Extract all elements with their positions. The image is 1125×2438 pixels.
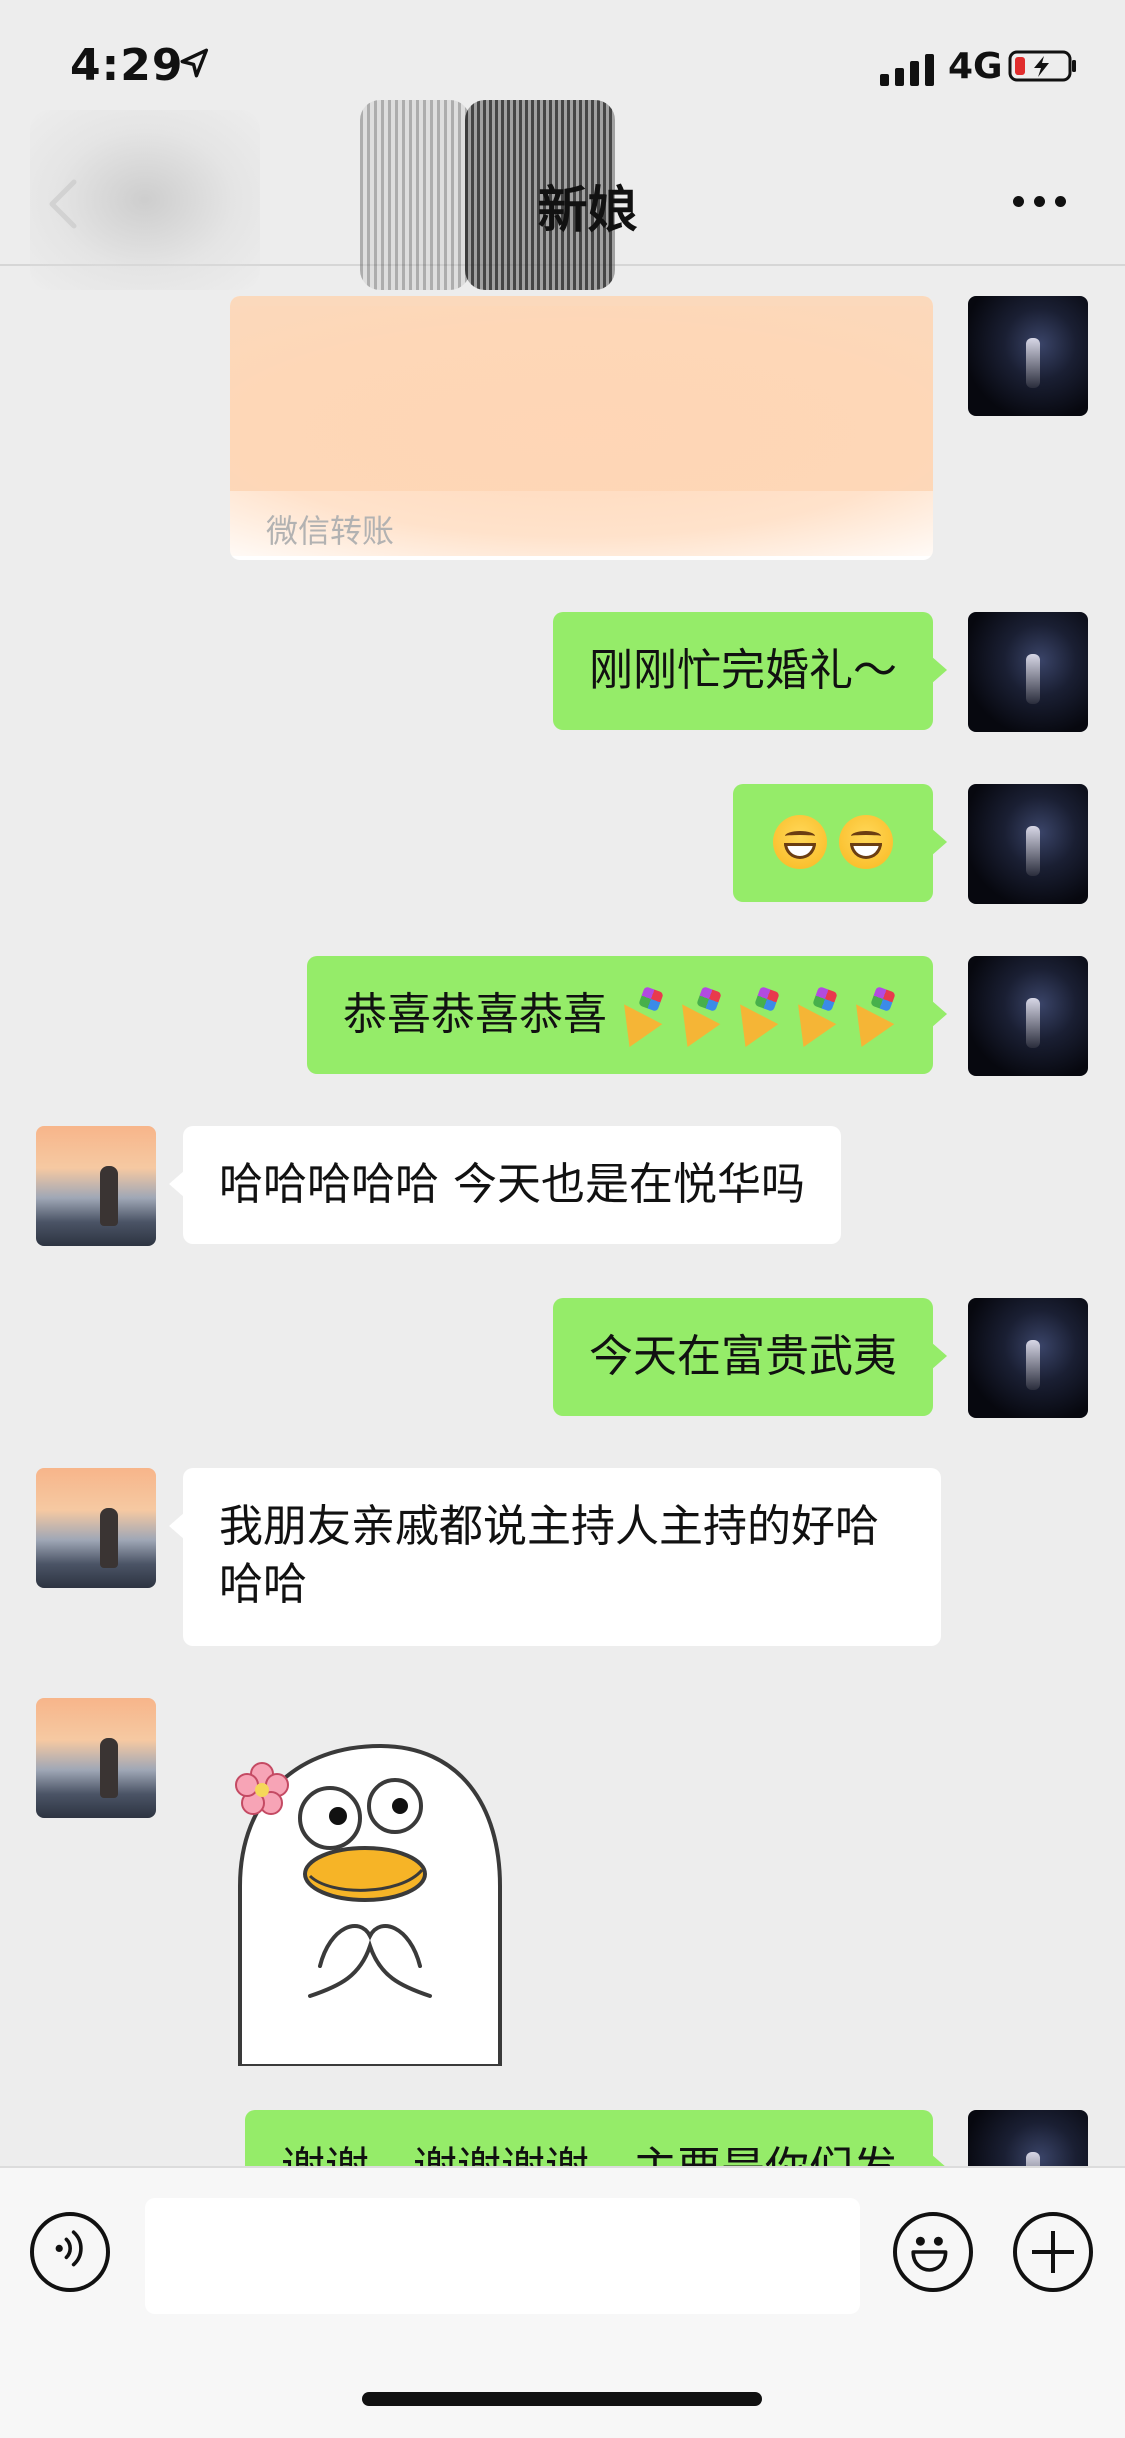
message-text: 刚刚忙完婚礼～ xyxy=(589,645,897,696)
message-text: 恭喜恭喜恭喜 xyxy=(343,989,607,1040)
transfer-card[interactable]: 微信转账 xyxy=(230,296,933,560)
avatar[interactable] xyxy=(968,2110,1088,2166)
duck-sticker-icon[interactable] xyxy=(230,1736,530,2066)
message-text: 哈哈哈哈哈 今天也是在悦华吗 xyxy=(219,1159,805,1210)
message-text: 我朋友亲戚都说主持人主持的好哈哈哈 xyxy=(219,1501,879,1610)
avatar[interactable] xyxy=(968,612,1088,732)
message-bubble-outgoing[interactable]: 刚刚忙完婚礼～ xyxy=(553,612,947,730)
chat-title: 新娘 xyxy=(537,181,638,239)
emoji-icon[interactable] xyxy=(893,2212,973,2292)
avatar[interactable] xyxy=(36,1126,156,1246)
network-type: 4G xyxy=(948,46,1003,87)
message-text: 今天在富贵武夷 xyxy=(589,1331,897,1382)
transfer-card-label: 微信转账 xyxy=(266,512,395,550)
grinning-face-icon xyxy=(839,815,893,869)
party-popper-icon xyxy=(785,987,839,1041)
chat-header: 新娘 xyxy=(0,100,1125,290)
avatar[interactable] xyxy=(36,1468,156,1588)
message-input[interactable] xyxy=(145,2198,860,2314)
message-bubble-outgoing[interactable]: 恭喜恭喜恭喜 xyxy=(307,956,947,1074)
message-bubble-outgoing[interactable]: 今天在富贵武夷 xyxy=(553,1298,947,1416)
more-options-icon[interactable] xyxy=(1013,196,1066,207)
message-bubble-outgoing[interactable]: 谢谢，谢谢谢谢，主要是你们发 xyxy=(245,2110,947,2166)
party-popper-icon xyxy=(727,987,781,1041)
avatar[interactable] xyxy=(968,296,1088,416)
grinning-face-icon xyxy=(773,815,827,869)
status-time: 4:29 xyxy=(70,40,184,91)
message-text: 谢谢，谢谢谢谢，主要是你们发 xyxy=(281,2143,897,2166)
message-bubble-incoming[interactable]: 我朋友亲戚都说主持人主持的好哈哈哈 xyxy=(169,1468,941,1646)
cellular-signal-icon xyxy=(880,52,934,86)
message-list[interactable]: 微信转账 刚刚忙完婚礼～ 恭喜恭喜恭喜 哈哈哈哈哈 今天也是在悦华吗 今天在富贵… xyxy=(0,266,1125,2166)
voice-icon[interactable] xyxy=(30,2212,110,2292)
message-bubble-outgoing[interactable] xyxy=(733,784,947,902)
party-popper-icon xyxy=(669,987,723,1041)
party-popper-icon xyxy=(843,987,897,1041)
home-indicator[interactable] xyxy=(362,2392,762,2406)
avatar[interactable] xyxy=(968,1298,1088,1418)
avatar[interactable] xyxy=(968,784,1088,904)
location-arrow-icon xyxy=(180,48,209,78)
avatar[interactable] xyxy=(968,956,1088,1076)
plus-icon[interactable] xyxy=(1013,2212,1093,2292)
message-bubble-incoming[interactable]: 哈哈哈哈哈 今天也是在悦华吗 xyxy=(169,1126,841,1244)
avatar[interactable] xyxy=(36,1698,156,1818)
party-popper-icon xyxy=(611,987,665,1041)
battery-icon xyxy=(1008,50,1076,82)
